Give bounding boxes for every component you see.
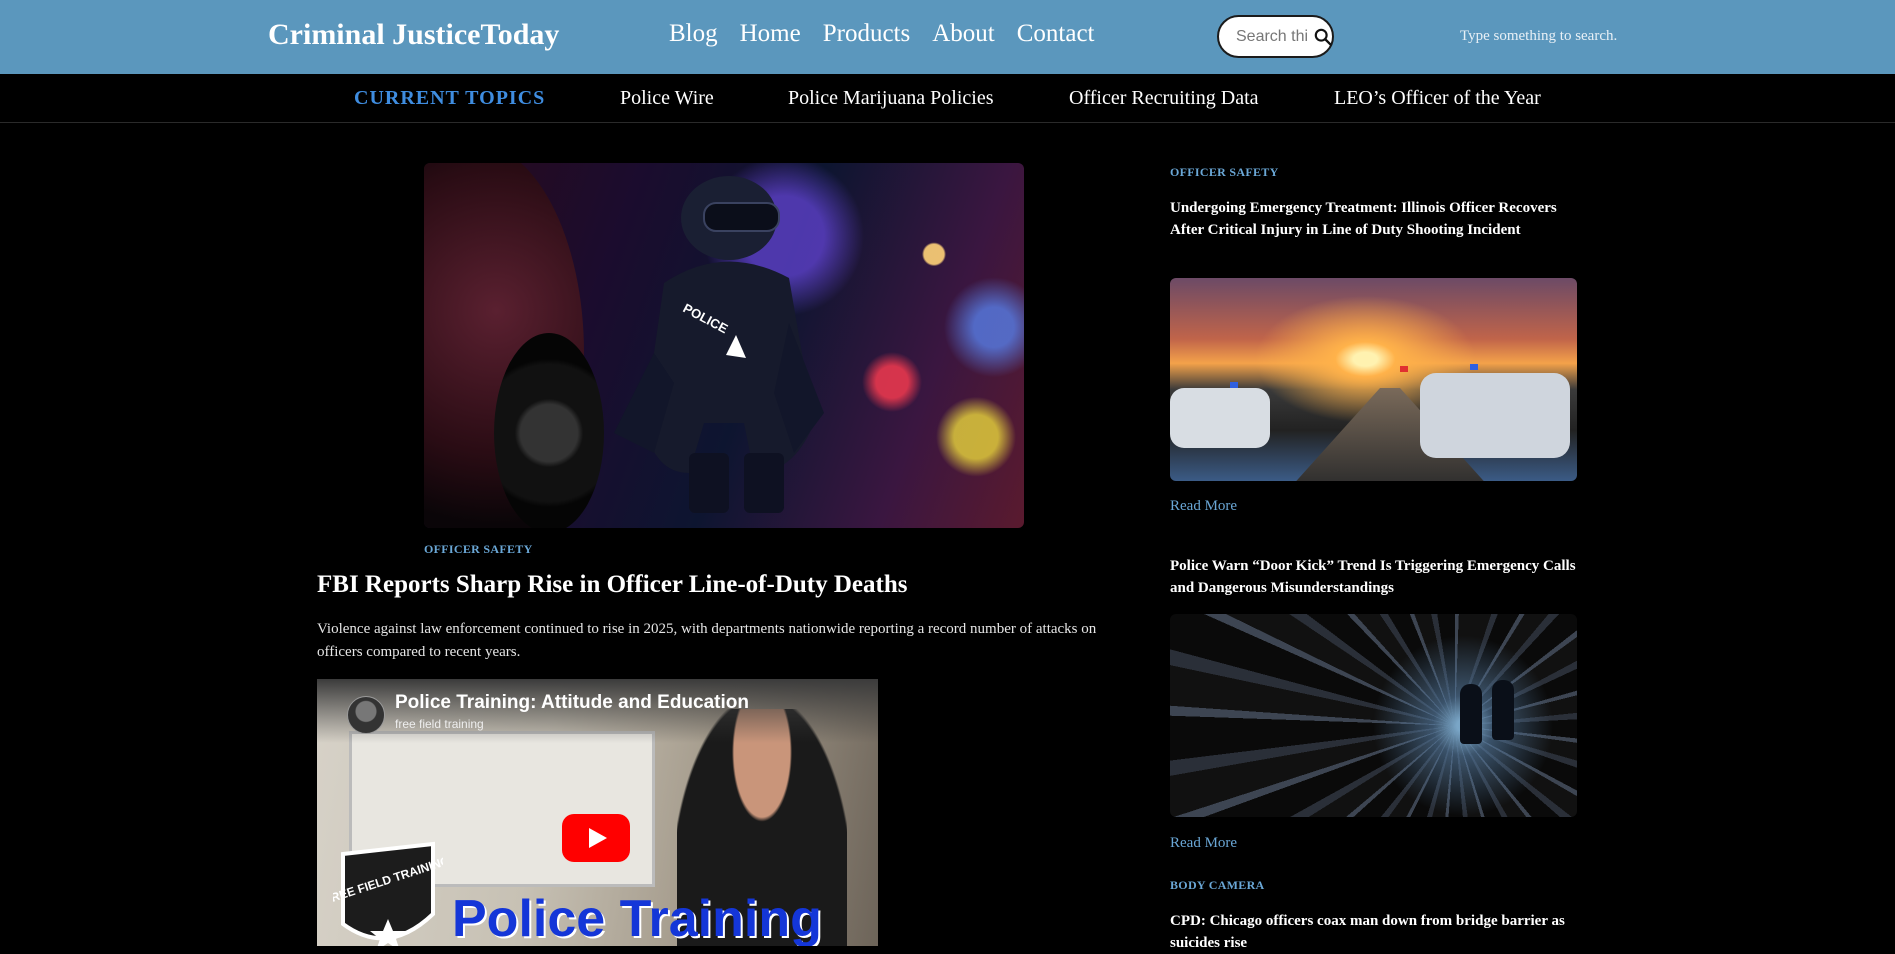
nav-products[interactable]: Products — [823, 20, 911, 48]
site-logo[interactable]: Criminal JusticeToday — [268, 18, 559, 52]
officer-illustration: POLICE — [614, 176, 824, 513]
side-article-title-1[interactable]: Undergoing Emergency Treatment: Illinois… — [1170, 197, 1580, 241]
search-input[interactable] — [1236, 27, 1308, 46]
search-icon[interactable] — [1314, 28, 1332, 46]
topic-police-wire[interactable]: Police Wire — [620, 87, 714, 110]
side-article-image-1[interactable] — [1170, 278, 1577, 481]
search-box — [1217, 15, 1334, 58]
main-category[interactable]: OFFICER SAFETY — [424, 542, 533, 557]
site-header: Criminal JusticeToday Blog Home Products… — [0, 0, 1895, 74]
nav-about[interactable]: About — [932, 20, 995, 48]
topic-officer-of-year[interactable]: LEO’s Officer of the Year — [1334, 87, 1541, 110]
topic-marijuana-policies[interactable]: Police Marijuana Policies — [788, 87, 994, 110]
play-icon[interactable] — [562, 814, 630, 862]
featured-article-image[interactable]: POLICE — [424, 163, 1024, 528]
police-car-shape — [1420, 373, 1570, 458]
search-hint: Type something to search. — [1460, 28, 1618, 44]
training-shield-logo: FREE FIELD TRAINING — [333, 841, 443, 946]
read-more-link-2[interactable]: Read More — [1170, 835, 1237, 852]
youtube-video-embed[interactable]: Police Training: Attitude and Education … — [317, 679, 878, 946]
side-article-title-3[interactable]: CPD: Chicago officers coax man down from… — [1170, 910, 1580, 954]
main-article-title[interactable]: FBI Reports Sharp Rise in Officer Line-o… — [317, 571, 907, 599]
siren-light — [1400, 366, 1408, 372]
video-banner-text: Police Training — [452, 890, 822, 946]
side-category-1[interactable]: OFFICER SAFETY — [1170, 165, 1279, 180]
nav-contact[interactable]: Contact — [1017, 20, 1095, 48]
topic-recruiting-data[interactable]: Officer Recruiting Data — [1069, 87, 1259, 110]
video-title[interactable]: Police Training: Attitude and Education — [395, 692, 749, 714]
siren-light — [1230, 382, 1238, 388]
video-channel[interactable]: free field training — [395, 717, 484, 731]
channel-avatar[interactable] — [347, 696, 385, 734]
wheel-shape — [494, 333, 604, 528]
topics-bar: CURRENT TOPICS Police Wire Police Mariju… — [0, 74, 1895, 123]
siren-light — [1470, 364, 1478, 370]
nav-blog[interactable]: Blog — [669, 20, 718, 48]
police-car-shape — [1170, 388, 1270, 448]
silhouette-figure — [1492, 680, 1514, 740]
main-article-excerpt: Violence against law enforcement continu… — [317, 621, 1097, 660]
nav-home[interactable]: Home — [740, 20, 801, 48]
read-more-link-1[interactable]: Read More — [1170, 498, 1237, 515]
current-topics-heading[interactable]: CURRENT TOPICS — [354, 87, 545, 110]
side-article-image-2[interactable] — [1170, 614, 1577, 817]
main-nav: Blog Home Products About Contact — [669, 20, 1117, 48]
silhouette-figure — [1460, 684, 1482, 744]
side-article-title-2[interactable]: Police Warn “Door Kick” Trend Is Trigger… — [1170, 555, 1580, 599]
side-category-3[interactable]: BODY CAMERA — [1170, 878, 1265, 893]
